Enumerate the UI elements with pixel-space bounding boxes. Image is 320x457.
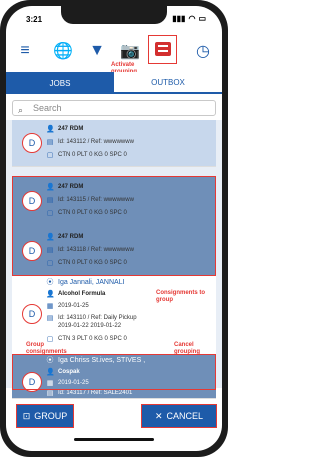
cancel-label: CANCEL [166, 411, 204, 421]
row-ctn: CTN 3 PLT 0 KG 0 SPC 0 [58, 336, 127, 342]
battery-icon: ▭ [198, 14, 206, 23]
search-placeholder: Search [33, 103, 62, 113]
filter-icon[interactable]: ▼ [86, 40, 108, 62]
search-icon: ⌕ [18, 105, 24, 115]
row-name: Alcohol Formula [58, 291, 106, 297]
cancel-button[interactable]: ✕ CANCEL [141, 404, 217, 428]
consignments-highlight [12, 176, 216, 276]
tab-bar: JOBS OUTBOX [6, 72, 222, 94]
camera-icon[interactable]: 📷 [119, 40, 141, 62]
notch [61, 6, 167, 24]
close-icon: ✕ [154, 410, 163, 421]
row-name: 247 RDM [58, 126, 84, 132]
annotation-cancel: Cancel grouping [174, 342, 200, 355]
delivery-badge: D [22, 133, 42, 153]
action-bar: ⊡ GROUP ✕ CANCEL [6, 404, 222, 434]
row-id: Id: 143117 / Ref: SALE2401 [58, 390, 133, 396]
document-icon: ▤ [46, 390, 54, 397]
status-time: 3:21 [26, 15, 43, 24]
phone-frame: 3:21 ▮▮▮ ◠ ▭ ≡ 🌐 ▼ 📷 ◷ Activate grouping… [0, 0, 228, 457]
box-icon: ▢ [46, 152, 54, 159]
grouping-icon[interactable] [155, 42, 171, 56]
document-icon: ▤ [46, 139, 54, 146]
home-indicator [74, 438, 154, 441]
group-label: GROUP [34, 411, 68, 421]
signal-icon: ▮▮▮ [172, 14, 186, 23]
status-icons: ▮▮▮ ◠ ▭ [172, 14, 206, 23]
list-item[interactable]: D 👤 247 RDM ▤ Id: 143112 / Ref: wwwwwww … [12, 120, 216, 167]
calendar-icon: ▦ [46, 303, 54, 310]
person-icon: 👤 [46, 291, 55, 298]
grouped-row-highlight [12, 354, 216, 390]
tab-jobs[interactable]: JOBS [6, 72, 114, 94]
row-ctn: CTN 0 PLT 0 KG 0 SPC 0 [58, 152, 127, 158]
menu-icon[interactable]: ≡ [14, 40, 36, 62]
globe-icon[interactable]: 🌐 [52, 40, 74, 62]
row-dates: 2019-01-22 2019-01-22 [58, 323, 122, 329]
tab-outbox[interactable]: OUTBOX [114, 72, 222, 94]
search-input[interactable]: ⌕ Search [12, 100, 216, 116]
row-date: 2019-01-25 [58, 303, 89, 309]
annotation-group: Group consignments [26, 342, 67, 355]
screen: 3:21 ▮▮▮ ◠ ▭ ≡ 🌐 ▼ 📷 ◷ Activate grouping… [6, 6, 222, 451]
row-id: Id: 143110 / Ref: Daily Pickup [58, 315, 137, 321]
row-id: Id: 143112 / Ref: wwwwwww [58, 139, 134, 145]
document-icon: ▤ [46, 315, 54, 322]
person-icon: 👤 [46, 126, 55, 133]
group-button[interactable]: ⊡ GROUP [16, 404, 74, 428]
row-place: Iga Jannali, JANNALI [58, 279, 125, 286]
wifi-icon: ◠ [188, 14, 196, 23]
location-icon: ⦿ [46, 279, 54, 286]
group-icon: ⊡ [22, 410, 31, 421]
annotation-consignments: Consignments to group [156, 290, 205, 303]
delivery-badge: D [22, 304, 42, 324]
clock-icon[interactable]: ◷ [192, 40, 214, 62]
